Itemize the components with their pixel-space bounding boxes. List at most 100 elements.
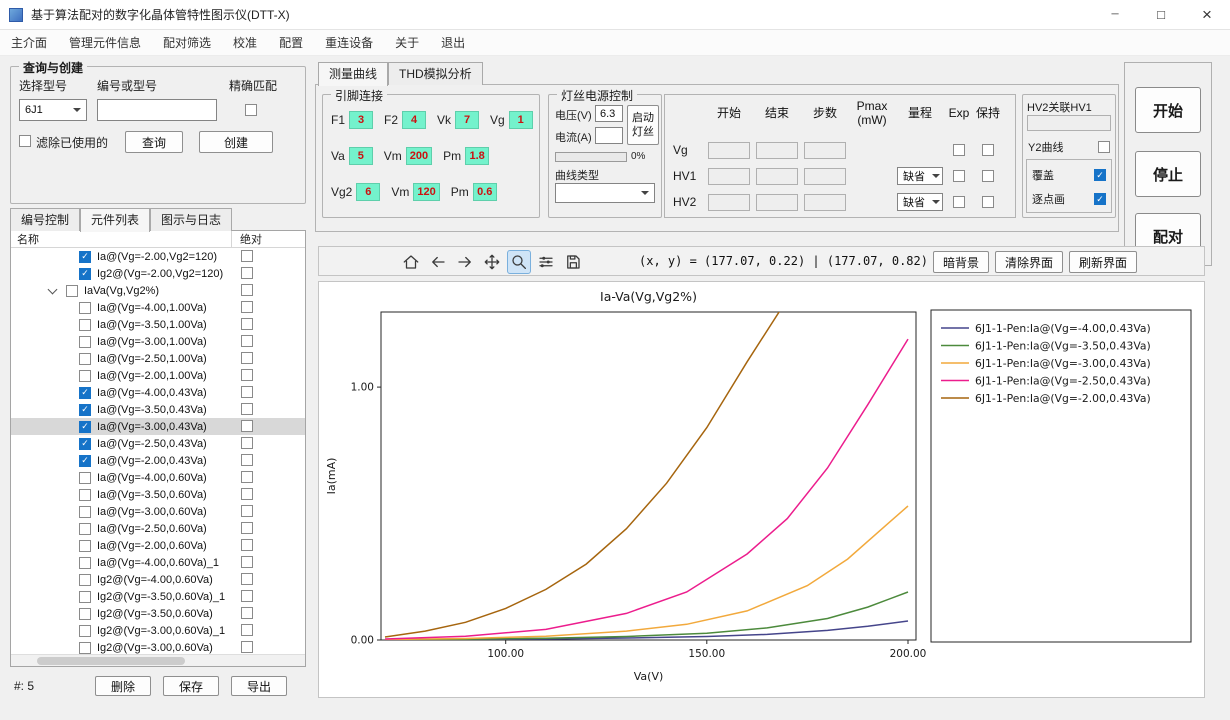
sweep-input[interactable] — [756, 194, 798, 211]
pin-value-box[interactable]: 6 — [356, 183, 380, 201]
back-icon[interactable] — [426, 250, 450, 274]
item-checkbox[interactable] — [79, 523, 91, 535]
sweep-input[interactable] — [756, 168, 798, 185]
pointwise-checkbox[interactable] — [1094, 193, 1106, 205]
item-checkbox[interactable] — [79, 540, 91, 552]
list-item[interactable]: Ig2@(Vg=-3.00,0.60Va)_1 — [11, 622, 305, 639]
list-item[interactable]: Ia@(Vg=-2.00,1.00Va) — [11, 367, 305, 384]
model-select[interactable]: 6J1 — [19, 99, 87, 121]
absolute-checkbox[interactable] — [241, 420, 253, 432]
item-checkbox[interactable] — [79, 591, 91, 603]
delete-button[interactable]: 删除 — [95, 676, 151, 696]
item-checkbox[interactable] — [79, 472, 91, 484]
item-checkbox[interactable] — [79, 421, 91, 433]
sliders-icon[interactable] — [534, 250, 558, 274]
tab-item[interactable]: 元件列表 — [80, 208, 150, 232]
hold-checkbox[interactable] — [982, 170, 994, 182]
list-item[interactable]: Ig2@(Vg=-2.00,Vg2=120) — [11, 265, 305, 282]
item-checkbox[interactable] — [79, 506, 91, 518]
save-button[interactable]: 保存 — [163, 676, 219, 696]
create-button[interactable]: 创建 — [199, 131, 273, 153]
range-select[interactable]: 缺省 — [897, 167, 943, 185]
absolute-checkbox[interactable] — [241, 590, 253, 602]
start-button[interactable]: 开始 — [1135, 87, 1201, 133]
item-checkbox[interactable] — [79, 319, 91, 331]
hold-checkbox[interactable] — [982, 144, 994, 156]
exact-match-checkbox[interactable] — [245, 104, 257, 116]
list-item[interactable]: Ia@(Vg=-3.50,0.60Va) — [11, 486, 305, 503]
absolute-checkbox[interactable] — [241, 471, 253, 483]
list-item[interactable]: Ia@(Vg=-4.00,0.60Va)_1 — [11, 554, 305, 571]
list-item[interactable]: Ia@(Vg=-2.00,Vg2=120) — [11, 248, 305, 265]
list-item[interactable]: IaVa(Vg,Vg2%) — [11, 282, 305, 299]
range-select[interactable]: 缺省 — [897, 193, 943, 211]
item-checkbox[interactable] — [79, 353, 91, 365]
absolute-checkbox[interactable] — [241, 369, 253, 381]
list-item[interactable]: Ia@(Vg=-2.50,0.43Va) — [11, 435, 305, 452]
list-item[interactable]: Ia@(Vg=-2.50,1.00Va) — [11, 350, 305, 367]
item-checkbox[interactable] — [79, 404, 91, 416]
item-checkbox[interactable] — [79, 608, 91, 620]
pin-value-box[interactable]: 120 — [413, 183, 439, 201]
absolute-checkbox[interactable] — [241, 505, 253, 517]
absolute-checkbox[interactable] — [241, 573, 253, 585]
sweep-input[interactable] — [804, 142, 846, 159]
list-item[interactable]: Ia@(Vg=-3.50,1.00Va) — [11, 316, 305, 333]
item-checkbox[interactable] — [79, 268, 91, 280]
sweep-input[interactable] — [708, 142, 750, 159]
absolute-checkbox[interactable] — [241, 301, 253, 313]
menu-item[interactable]: 配对筛选 — [152, 30, 222, 56]
menu-item[interactable]: 校准 — [222, 30, 268, 56]
list-item[interactable]: Ia@(Vg=-3.00,0.43Va) — [11, 418, 305, 435]
item-checkbox[interactable] — [79, 455, 91, 467]
exp-checkbox[interactable] — [953, 170, 965, 182]
absolute-checkbox[interactable] — [241, 267, 253, 279]
list-item[interactable]: Ia@(Vg=-2.00,0.60Va) — [11, 537, 305, 554]
item-checkbox[interactable] — [79, 625, 91, 637]
refresh-interface-button[interactable]: 刷新界面 — [1069, 251, 1137, 273]
pin-value-box[interactable]: 0.6 — [473, 183, 497, 201]
curve-type-select[interactable] — [555, 183, 655, 203]
menu-item[interactable]: 管理元件信息 — [58, 30, 152, 56]
zoom-icon[interactable] — [507, 250, 531, 274]
list-item[interactable]: Ia@(Vg=-2.50,0.60Va) — [11, 520, 305, 537]
exp-checkbox[interactable] — [953, 196, 965, 208]
current-input[interactable] — [595, 127, 623, 144]
sweep-input[interactable] — [708, 194, 750, 211]
item-checkbox[interactable] — [79, 302, 91, 314]
clear-interface-button[interactable]: 清除界面 — [995, 251, 1063, 273]
sweep-input[interactable] — [804, 168, 846, 185]
list-item[interactable]: Ia@(Vg=-3.00,1.00Va) — [11, 333, 305, 350]
list-item[interactable]: Ig2@(Vg=-3.50,0.60Va)_1 — [11, 588, 305, 605]
horizontal-scrollbar[interactable] — [11, 654, 305, 666]
absolute-checkbox[interactable] — [241, 386, 253, 398]
item-checkbox[interactable] — [79, 642, 91, 654]
absolute-checkbox[interactable] — [241, 556, 253, 568]
list-item[interactable]: Ig2@(Vg=-3.50,0.60Va) — [11, 605, 305, 622]
list-item[interactable]: Ia@(Vg=-3.00,0.60Va) — [11, 503, 305, 520]
item-checkbox[interactable] — [66, 285, 78, 297]
absolute-checkbox[interactable] — [241, 284, 253, 296]
sweep-input[interactable] — [804, 194, 846, 211]
pin-value-box[interactable]: 3 — [349, 111, 373, 129]
list-item[interactable]: Ia@(Vg=-4.00,1.00Va) — [11, 299, 305, 316]
stop-button[interactable]: 停止 — [1135, 151, 1201, 197]
pin-value-box[interactable]: 200 — [406, 147, 432, 165]
menu-item[interactable]: 配置 — [268, 30, 314, 56]
absolute-checkbox[interactable] — [241, 488, 253, 500]
exp-checkbox[interactable] — [953, 144, 965, 156]
absolute-checkbox[interactable] — [241, 607, 253, 619]
absolute-checkbox[interactable] — [241, 250, 253, 262]
export-button[interactable]: 导出 — [231, 676, 287, 696]
filter-used-checkbox[interactable] — [19, 135, 31, 147]
hv2-link-input[interactable] — [1027, 115, 1111, 131]
pin-value-box[interactable]: 1 — [509, 111, 533, 129]
tab-item[interactable]: 编号控制 — [10, 208, 80, 231]
absolute-checkbox[interactable] — [241, 539, 253, 551]
overlay-checkbox[interactable] — [1094, 169, 1106, 181]
item-checkbox[interactable] — [79, 489, 91, 501]
tab-item[interactable]: THD模拟分析 — [388, 62, 483, 85]
pan-icon[interactable] — [480, 250, 504, 274]
number-input[interactable] — [97, 99, 217, 121]
list-item[interactable]: Ig2@(Vg=-3.00,0.60Va) — [11, 639, 305, 654]
